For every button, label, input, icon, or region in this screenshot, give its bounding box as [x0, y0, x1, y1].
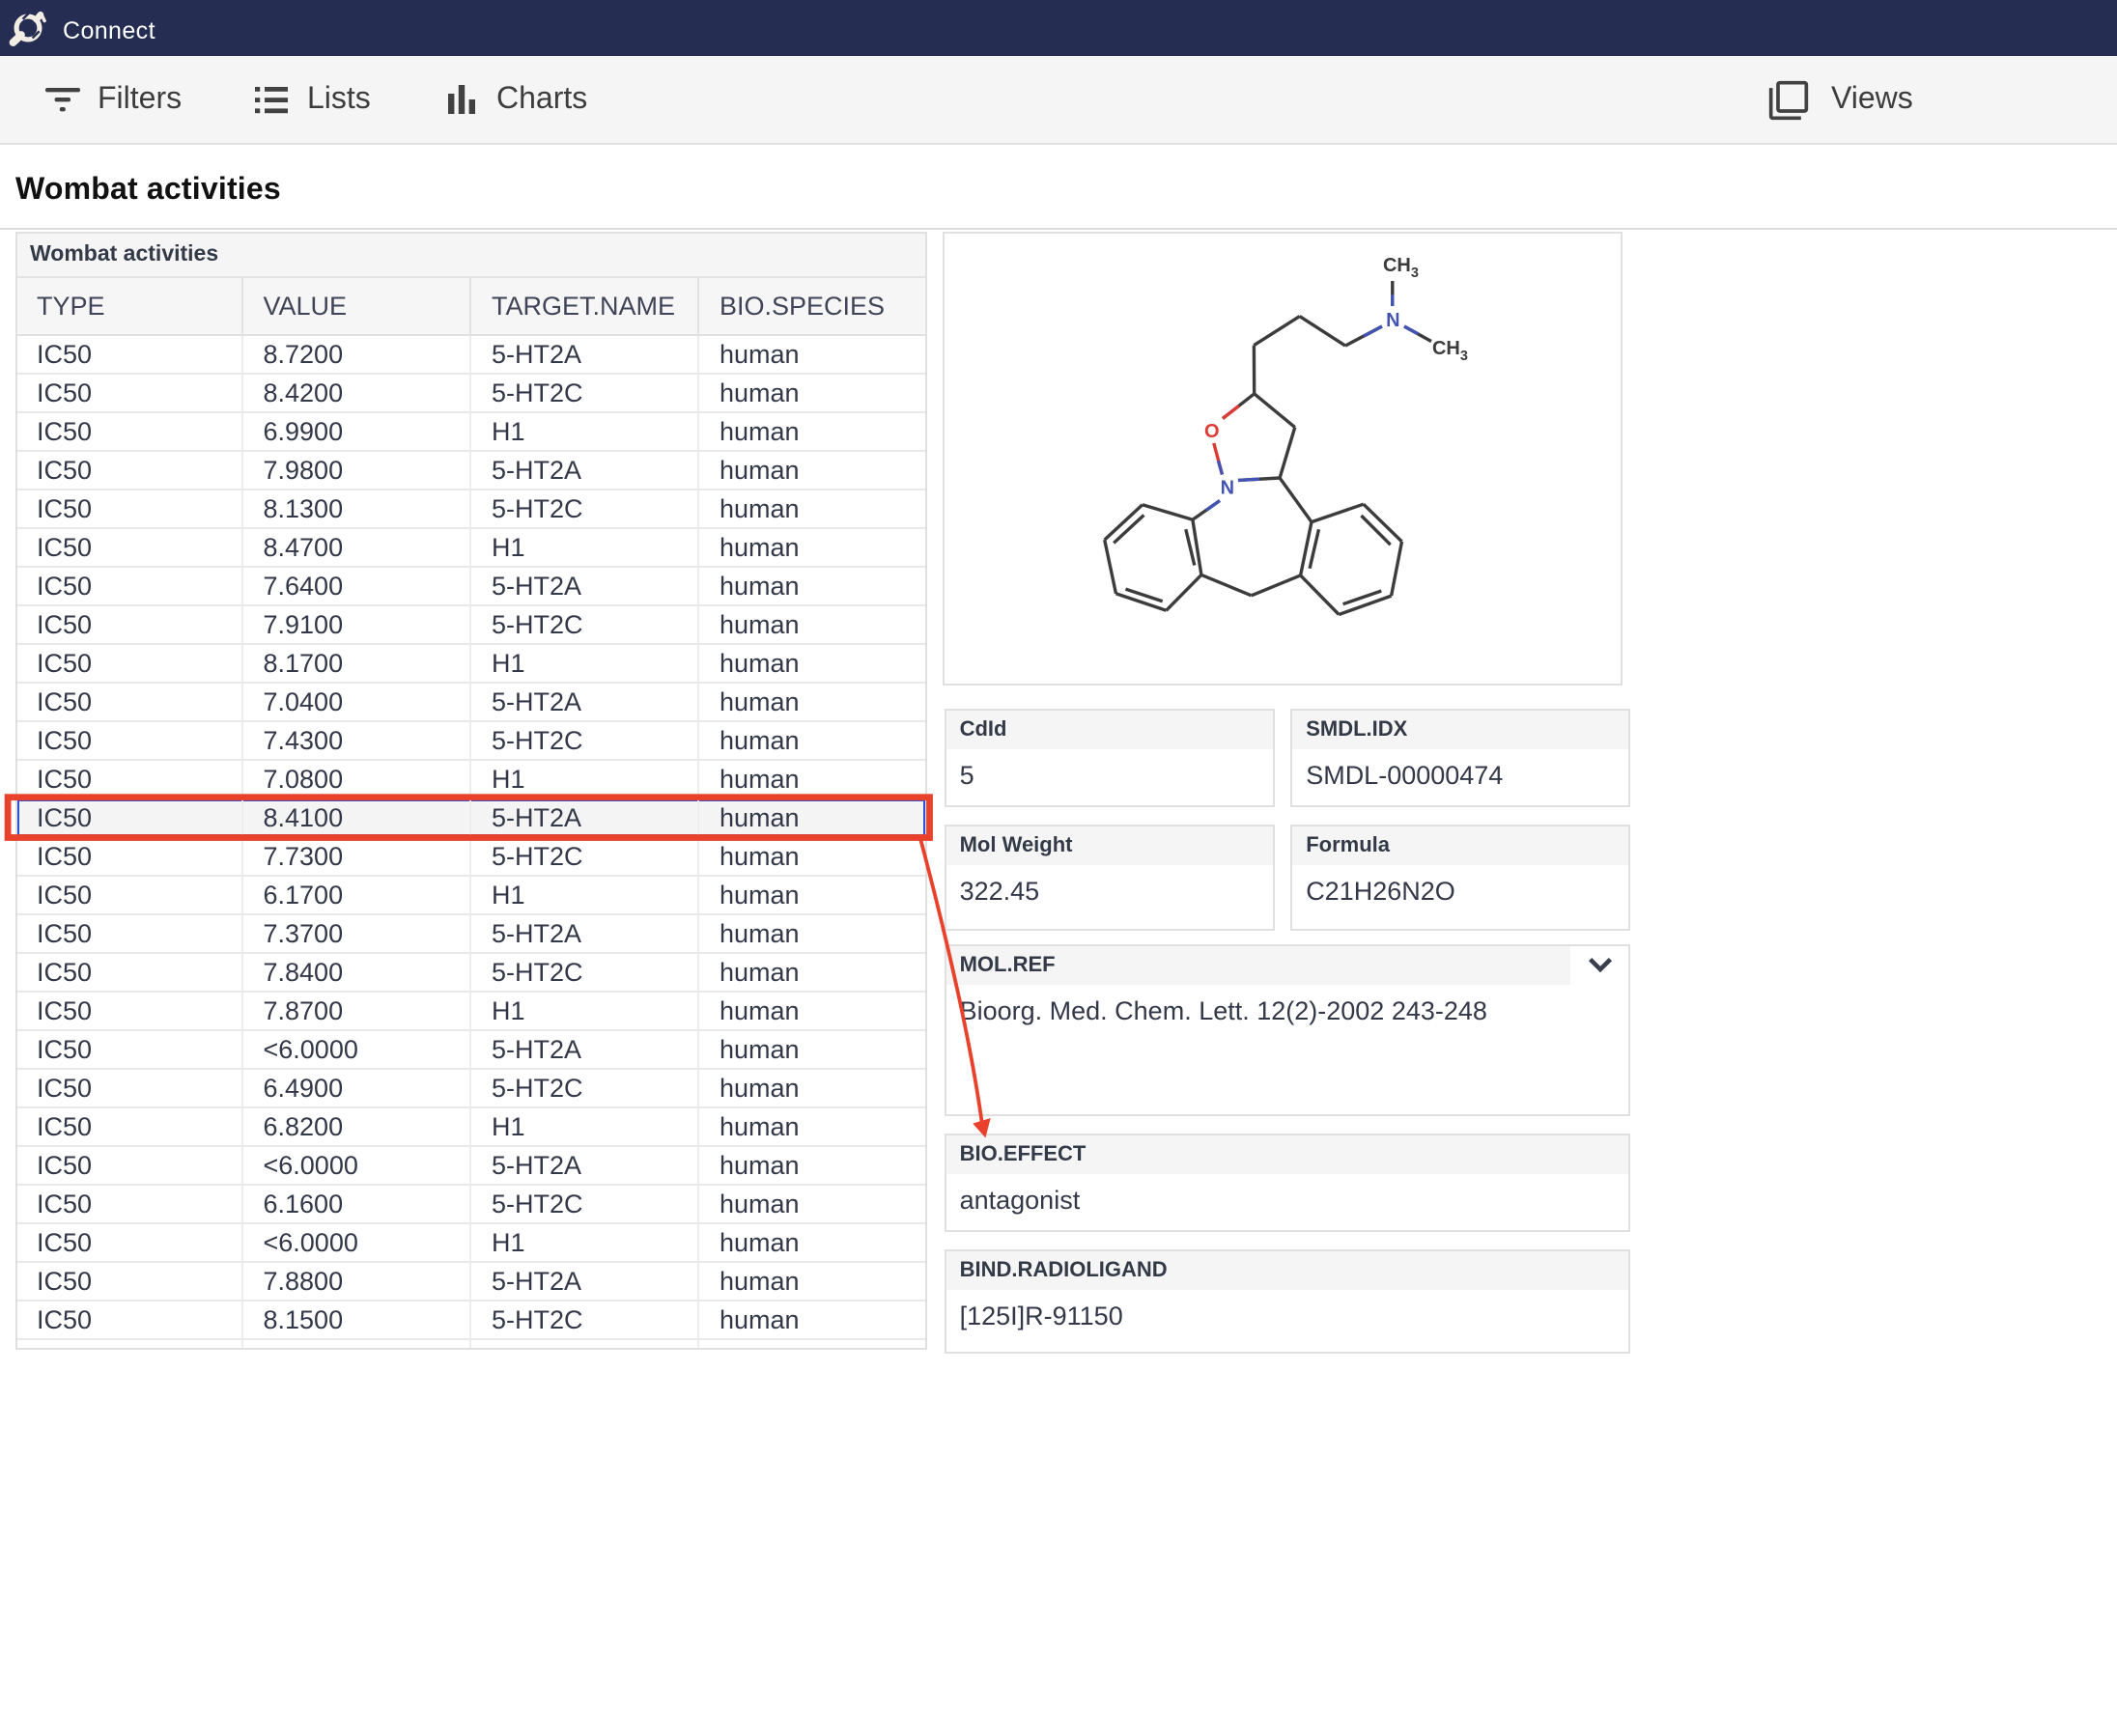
svg-text:CH3: CH3 [1433, 338, 1469, 364]
svg-text:CH3: CH3 [1384, 255, 1420, 281]
svg-text:O: O [1205, 421, 1221, 442]
svg-text:N: N [1221, 477, 1234, 498]
svg-text:N: N [1387, 310, 1400, 331]
